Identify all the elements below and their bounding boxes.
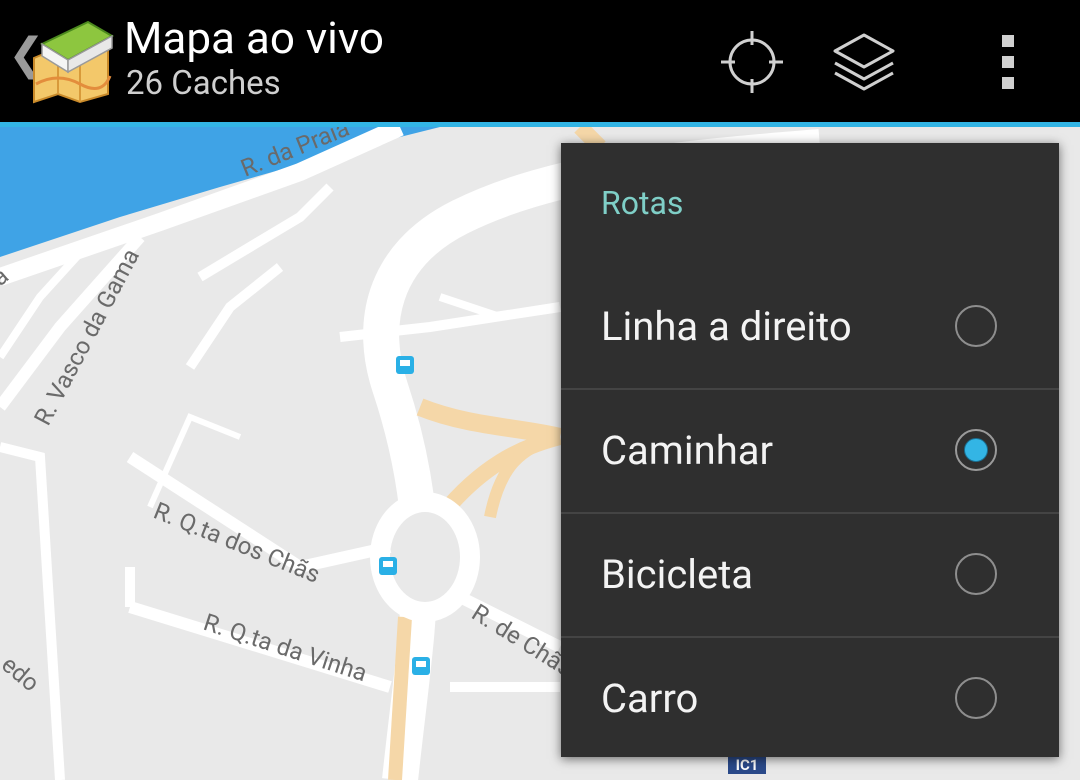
radio-button[interactable] — [955, 677, 997, 719]
bus-stop-icon — [379, 557, 397, 575]
radio-button[interactable] — [955, 305, 997, 347]
menu-item-label: Caminhar — [601, 427, 774, 474]
menu-item-carro[interactable]: Carro — [561, 638, 1059, 761]
menu-title: Rotas — [601, 184, 684, 222]
radio-dot — [964, 438, 988, 462]
bus-stop-icon — [412, 657, 430, 675]
map-book-icon[interactable] — [28, 14, 120, 106]
my-location-button[interactable] — [712, 22, 792, 102]
menu-item-bicicleta[interactable]: Bicicleta — [561, 514, 1059, 637]
menu-item-linha-a-direito[interactable]: Linha a direito — [561, 266, 1059, 389]
layers-icon — [833, 33, 895, 91]
menu-item-label: Linha a direito — [601, 303, 852, 350]
menu-item-label: Carro — [601, 675, 699, 722]
layers-button[interactable] — [824, 22, 904, 102]
action-bar: ❮ Mapa ao vivo 26 Caches — [0, 0, 1080, 127]
bus-stop-icon — [396, 356, 414, 374]
page-title: Mapa ao vivo — [124, 12, 384, 64]
routes-menu: Rotas Linha a direito Caminhar Bicicleta… — [561, 143, 1059, 757]
crosshair-icon — [721, 31, 783, 93]
radio-button-checked[interactable] — [955, 429, 997, 471]
page-subtitle: 26 Caches — [126, 64, 281, 103]
radio-button[interactable] — [955, 553, 997, 595]
menu-item-label: Bicicleta — [601, 551, 754, 598]
menu-item-caminhar[interactable]: Caminhar — [561, 390, 1059, 513]
overflow-menu-icon — [1002, 35, 1014, 89]
overflow-menu-button[interactable] — [968, 22, 1048, 102]
